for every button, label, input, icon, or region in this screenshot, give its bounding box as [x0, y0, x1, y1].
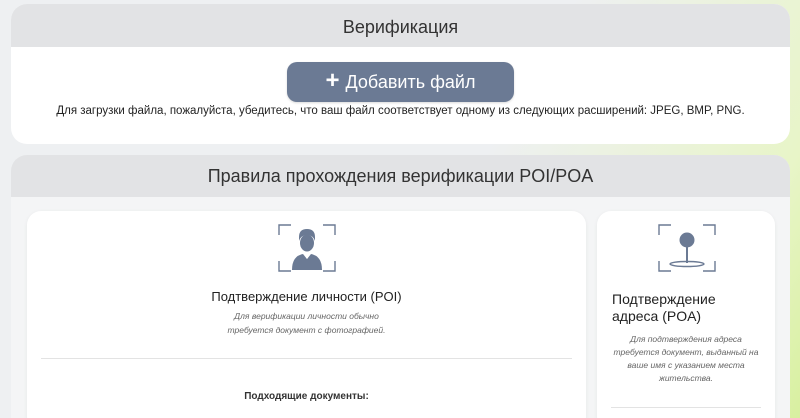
rules-title: Правила прохождения верификации POI/POA	[11, 155, 790, 197]
verification-card: Верификация + Добавить файл Для загрузки…	[11, 4, 790, 144]
poa-desc-line-1: Для подтверждения адреса	[630, 334, 742, 344]
file-format-hint: Для загрузки файла, пожалуйста, убедитес…	[56, 105, 745, 117]
location-pin-icon	[658, 224, 716, 272]
poi-description: Для верификации личности обычно требуетс…	[27, 309, 586, 337]
person-id-icon	[278, 224, 336, 272]
poi-panel: Подтверждение личности (POI) Для верифик…	[27, 211, 586, 418]
poi-divider	[41, 358, 572, 359]
poa-desc-line-4: жительства.	[658, 373, 714, 383]
poa-title-line-2: адреса (POA)	[612, 308, 702, 324]
poa-desc-line-3: ваше имя с указанием места	[627, 360, 745, 370]
poi-desc-line-2: требуется документ с фотографией.	[227, 325, 386, 335]
suitable-documents-title: Подходящие документы:	[244, 391, 369, 402]
rules-card: Правила прохождения верификации POI/POA …	[11, 155, 790, 418]
add-file-button[interactable]: + Добавить файл	[287, 62, 514, 102]
poa-panel: Подтверждение адреса (POA) Для подтвержд…	[597, 211, 775, 418]
poi-desc-line-1: Для верификации личности обычно	[234, 311, 379, 321]
poa-description: Для подтверждения адреса требуется докум…	[597, 333, 775, 385]
poa-divider	[611, 407, 761, 408]
poi-title: Подтверждение личности (POI)	[211, 289, 402, 304]
add-file-label: Добавить файл	[345, 71, 476, 92]
poa-title-line-1: Подтверждение	[612, 291, 716, 307]
poa-desc-line-2: требуется документ, выданный на	[613, 347, 759, 357]
plus-icon: +	[325, 67, 340, 94]
poa-title: Подтверждение адреса (POA)	[612, 291, 716, 325]
verification-title: Верификация	[11, 4, 790, 47]
